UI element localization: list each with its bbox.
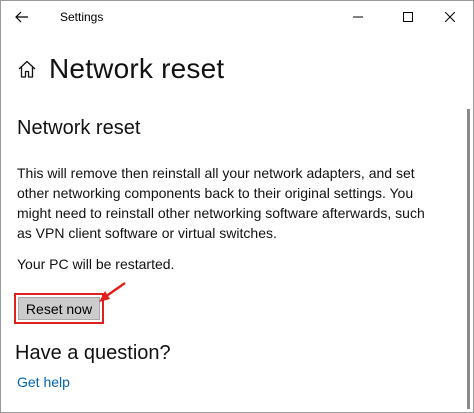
close-button[interactable] <box>427 1 473 33</box>
title-bar: Settings <box>1 1 473 33</box>
back-button[interactable] <box>9 5 35 29</box>
reset-now-button[interactable]: Reset now <box>18 297 100 320</box>
close-icon <box>445 12 455 22</box>
restart-note: Your PC will be restarted. <box>17 256 175 272</box>
home-icon[interactable] <box>17 59 37 79</box>
question-heading: Have a question? <box>15 342 171 364</box>
arrow-left-icon <box>15 11 28 23</box>
page-title: Network reset <box>49 53 225 84</box>
get-help-link[interactable]: Get help <box>17 374 70 390</box>
minimize-button[interactable] <box>335 1 381 33</box>
window-title: Settings <box>60 10 104 24</box>
settings-window: Settings Network reset Network reset Thi… <box>0 0 474 413</box>
maximize-icon <box>403 12 413 22</box>
reset-description: This will remove then reinstall all your… <box>17 165 425 241</box>
minimize-icon <box>353 16 363 18</box>
scrollbar[interactable] <box>467 109 470 409</box>
maximize-button[interactable] <box>385 1 431 33</box>
section-title: Network reset <box>17 117 141 139</box>
annotation-arrow-icon <box>99 281 126 302</box>
page-header: Network reset <box>17 53 224 85</box>
